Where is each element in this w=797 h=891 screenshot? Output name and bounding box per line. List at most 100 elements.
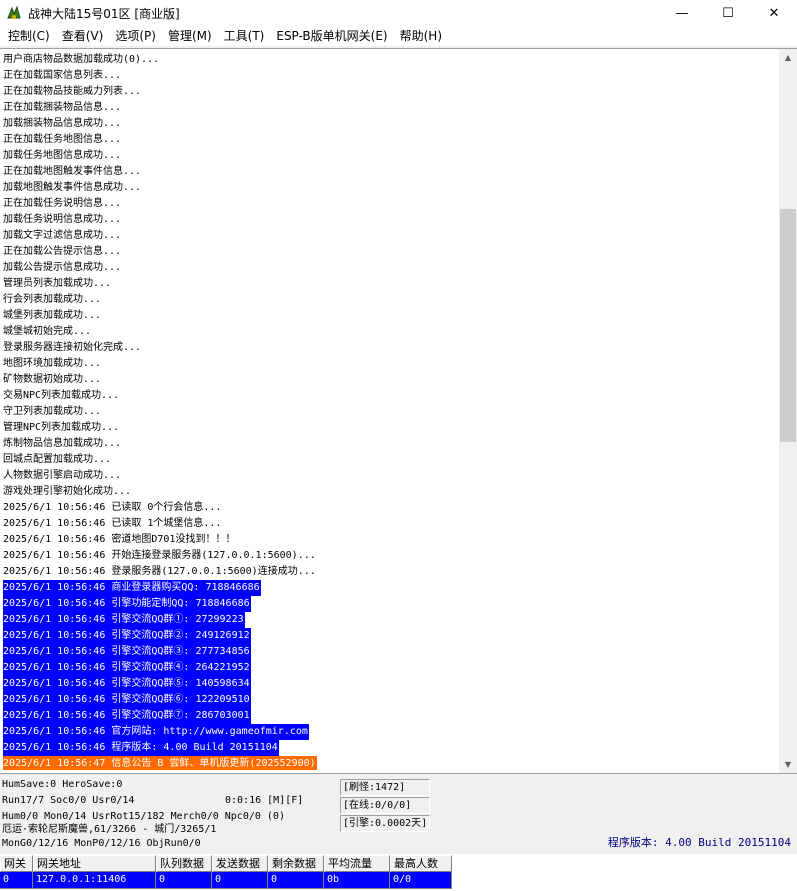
log-line-text: 2025/6/1 10:56:47 信息公告 B 尝鲜、单机版更新(202552… (3, 756, 317, 770)
log-line-text: 城堡列表加载成功... (3, 310, 102, 321)
log-line-text: 炼制物品信息加载成功... (3, 438, 122, 449)
log-line: 2025/6/1 10:56:46 引擎功能定制QQ: 718846686 (3, 596, 778, 612)
minimize-button[interactable]: — (659, 0, 705, 26)
log-line-text: 2025/6/1 10:56:46 引擎交流QQ群⑦: 286703001 (3, 708, 251, 724)
log-line-text: 2025/6/1 10:56:46 引擎交流QQ群③: 277734856 (3, 644, 251, 660)
log-line: 正在加载国家信息列表... (3, 68, 778, 84)
log-line-text: 登录服务器连接初始化完成... (3, 342, 142, 353)
log-lines: 用户商店物品数据加载成功(0)... 正在加载国家信息列表... 正在加载物品技能威… (3, 52, 778, 770)
header-queue[interactable]: 队列数据 (156, 855, 212, 872)
log-panel[interactable]: 用户商店物品数据加载成功(0)... 正在加载国家信息列表... 正在加载物品技能威… (0, 48, 797, 774)
log-line-text: 2025/6/1 10:56:46 引擎交流QQ群②: 249126912 (3, 628, 251, 644)
log-line-text: 2025/6/1 10:56:46 引擎交流QQ群⑤: 140598634 (3, 676, 251, 692)
header-remaining[interactable]: 剩余数据 (268, 855, 324, 872)
log-line: 正在加载捆装物品信息... (3, 100, 778, 116)
cell-max-users: 0/0 (390, 872, 452, 889)
log-line-text: 2025/6/1 10:56:46 密道地图D701没找到！！！ (3, 534, 236, 545)
close-icon: ✕ (768, 5, 780, 21)
log-line: 地图环境加载成功... (3, 356, 778, 372)
menu-gateway[interactable]: ESP-B版单机网关(E) (270, 26, 393, 46)
header-address[interactable]: 网关地址 (33, 855, 156, 872)
status-panel: HumSave:0 HeroSave:0 Run17/7 Soc0/0 Usr0… (0, 775, 797, 853)
cell-gateway: 0 (0, 872, 33, 889)
log-line: 正在加载公告提示信息... (3, 244, 778, 260)
log-scrollbar[interactable]: ▲ ▼ (779, 49, 797, 773)
menu-bar: 控制(C) 查看(V) 选项(P) 管理(M) 工具(T) ESP-B版单机网关… (0, 26, 797, 46)
cell-address: 127.0.0.1:11406 (33, 872, 156, 889)
log-line-text: 加载任务说明信息成功... (3, 214, 122, 225)
log-line: 2025/6/1 10:56:46 登录服务器(127.0.0.1:5600)连… (3, 564, 778, 580)
header-gateway[interactable]: 网关 (0, 855, 33, 872)
log-line-text: 游戏处理引擎初始化成功... (3, 486, 132, 497)
menu-view[interactable]: 查看(V) (56, 26, 110, 46)
log-line: 加载公告提示信息成功... (3, 260, 778, 276)
log-line-text: 加载文字过滤信息成功... (3, 230, 122, 241)
menu-tools[interactable]: 工具(T) (218, 26, 271, 46)
log-line: 游戏处理引擎初始化成功... (3, 484, 778, 500)
log-line: 加载捆装物品信息成功... (3, 116, 778, 132)
log-line-text: 2025/6/1 10:56:46 程序版本: 4.00 Build 20151… (3, 740, 279, 756)
log-line-text: 交易NPC列表加载成功... (3, 390, 120, 401)
log-line: 加载地图触发事件信息成功... (3, 180, 778, 196)
scroll-down-icon[interactable]: ▼ (779, 756, 797, 773)
log-line-text: 人物数据引擎启动成功... (3, 470, 122, 481)
header-avg-traffic[interactable]: 平均流量 (324, 855, 390, 872)
log-line-text: 2025/6/1 10:56:46 引擎交流QQ群⑥: 122209510 (3, 692, 251, 708)
log-line: 2025/6/1 10:56:46 引擎交流QQ群①: 27299223 (3, 612, 778, 628)
log-line: 管理NPC列表加载成功... (3, 420, 778, 436)
log-line: 正在加载地图触发事件信息... (3, 164, 778, 180)
log-line-text: 正在加载物品技能威力列表... (3, 86, 142, 97)
status-online: [在线:0/0/0] (340, 797, 430, 814)
status-engine: [引擎:0.0002天] (340, 815, 430, 832)
log-line-text: 管理员列表加载成功... (3, 278, 112, 289)
log-line-text: 加载公告提示信息成功... (3, 262, 122, 273)
log-line: 2025/6/1 10:56:46 官方网站: http://www.gameo… (3, 724, 778, 740)
log-line: 2025/6/1 10:56:47 信息公告 B 尝鲜、单机版更新(202552… (3, 756, 778, 770)
game-app-icon[interactable] (6, 5, 22, 21)
log-line-text: 守卫列表加载成功... (3, 406, 102, 417)
log-line-text: 2025/6/1 10:56:46 已读取 1个城堡信息... (3, 518, 222, 529)
log-line: 加载任务说明信息成功... (3, 212, 778, 228)
log-line: 2025/6/1 10:56:46 引擎交流QQ群②: 249126912 (3, 628, 778, 644)
log-line: 回城点配置加载成功... (3, 452, 778, 468)
log-line-text: 2025/6/1 10:56:46 引擎功能定制QQ: 718846686 (3, 596, 251, 612)
log-line: 加载任务地图信息成功... (3, 148, 778, 164)
log-line-text: 地图环境加载成功... (3, 358, 102, 369)
log-line-text: 正在加载地图触发事件信息... (3, 166, 142, 177)
log-line: 炼制物品信息加载成功... (3, 436, 778, 452)
cell-remaining: 0 (268, 872, 324, 889)
scroll-up-icon[interactable]: ▲ (779, 49, 797, 66)
maximize-button[interactable]: ☐ (705, 0, 751, 26)
menu-manage[interactable]: 管理(M) (162, 26, 218, 46)
log-line: 守卫列表加载成功... (3, 404, 778, 420)
gateway-table: 网关 网关地址 队列数据 发送数据 剩余数据 平均流量 最高人数 0 127.0… (0, 854, 797, 891)
log-line: 2025/6/1 10:56:46 引擎交流QQ群④: 264221952 (3, 660, 778, 676)
log-line: 正在加载任务说明信息... (3, 196, 778, 212)
scroll-thumb[interactable] (780, 209, 796, 442)
menu-help[interactable]: 帮助(H) (394, 26, 448, 46)
log-line: 2025/6/1 10:56:46 商业登录器购买QQ: 718846686 (3, 580, 778, 596)
header-max-users[interactable]: 最高人数 (390, 855, 452, 872)
menu-options[interactable]: 选项(P) (109, 26, 162, 46)
log-line: 人物数据引擎启动成功... (3, 468, 778, 484)
log-line: 加载文字过滤信息成功... (3, 228, 778, 244)
close-button[interactable]: ✕ (751, 0, 797, 26)
menu-control[interactable]: 控制(C) (2, 26, 56, 46)
log-line-text: 2025/6/1 10:56:46 已读取 0个行会信息... (3, 502, 222, 513)
table-row[interactable]: 0 127.0.0.1:11406 0 0 0 0b 0/0 (0, 872, 452, 889)
log-line: 2025/6/1 10:56:46 开始连接登录服务器(127.0.0.1:56… (3, 548, 778, 564)
header-sent[interactable]: 发送数据 (212, 855, 268, 872)
log-line: 2025/6/1 10:56:46 引擎交流QQ群⑥: 122209510 (3, 692, 778, 708)
log-line-text: 加载任务地图信息成功... (3, 150, 122, 161)
log-line-text: 正在加载公告提示信息... (3, 246, 122, 257)
log-line: 2025/6/1 10:56:46 密道地图D701没找到！！！ (3, 532, 778, 548)
log-line-text: 2025/6/1 10:56:46 引擎交流QQ群④: 264221952 (3, 660, 251, 676)
log-line: 2025/6/1 10:56:46 已读取 1个城堡信息... (3, 516, 778, 532)
log-line: 管理员列表加载成功... (3, 276, 778, 292)
window-title: 战神大陆15号01区 [商业版] (28, 6, 180, 21)
status-refresh: [刷怪:1472] (340, 779, 430, 796)
log-line: 2025/6/1 10:56:46 引擎交流QQ群③: 277734856 (3, 644, 778, 660)
log-line-text: 城堡城初始完成... (3, 326, 92, 337)
log-line-text: 回城点配置加载成功... (3, 454, 112, 465)
log-line: 城堡城初始完成... (3, 324, 778, 340)
